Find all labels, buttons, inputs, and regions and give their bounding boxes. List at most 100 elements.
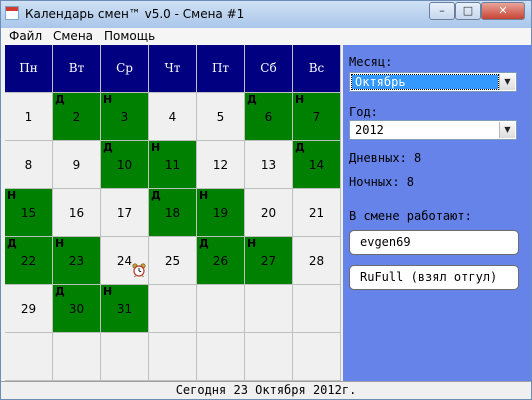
day-number: 18 [164,206,181,220]
app-window: Календарь смен™ v5.0 - Смена #1 – □ ✕ Фа… [0,0,532,400]
side-panel: Месяц: Октябрь ▼ Год: 2012 ▼ Дневных: 8 … [343,45,531,381]
calendar-day-cell[interactable]: Н7 [293,93,340,140]
weekday-header: Вс [293,45,340,92]
calendar-day-cell[interactable]: Д6 [245,93,292,140]
shift-type-label: Н [103,285,113,298]
calendar-day-cell[interactable]: Д 18 [149,189,196,236]
calendar-day-cell[interactable]: 8 [5,141,52,188]
workers-label: В смене работают: [349,209,472,223]
month-value: Октябрь [351,74,499,90]
calendar-day-cell[interactable]: Д 26 [197,237,244,284]
day-number: 23 [68,254,85,268]
day-number: 8 [24,158,33,172]
shift-type-label: Д [199,237,209,250]
day-number: 11 [164,158,181,172]
night-shift-count: Ночных: 8 [349,175,415,189]
shift-type-label: Н [103,93,113,106]
weekday-header: Сб [245,45,292,92]
calendar-day-cell[interactable]: Н 23 [53,237,100,284]
day-number: 3 [120,110,129,124]
menu-help[interactable]: Помощь [104,29,155,43]
calendar-day-cell[interactable] [293,333,340,380]
minimize-button[interactable]: – [429,2,455,20]
shift-type-label: Д [55,285,65,298]
calendar-day-cell[interactable]: 25 [149,237,196,284]
weekday-header: Чт [149,45,196,92]
chevron-down-icon[interactable]: ▼ [499,122,515,138]
calendar-day-cell[interactable]: 21 [293,189,340,236]
calendar-day-cell[interactable]: 17 [101,189,148,236]
calendar-day-cell[interactable] [245,333,292,380]
calendar-day-cell[interactable]: 16 [53,189,100,236]
day-number: 31 [116,302,133,316]
year-select[interactable]: 2012 ▼ [349,120,517,140]
day-number: 5 [216,110,225,124]
year-value: 2012 [355,123,384,137]
day-number: 29 [20,302,37,316]
calendar-day-cell[interactable] [5,333,52,380]
day-number: 22 [20,254,37,268]
calendar-day-cell[interactable] [197,333,244,380]
calendar-day-cell[interactable]: Д 30 [53,285,100,332]
title-bar[interactable]: Календарь смен™ v5.0 - Смена #1 – □ ✕ [1,1,531,28]
menu-shift[interactable]: Смена [53,29,93,43]
year-label: Год: [349,105,378,119]
calendar-day-cell[interactable]: 4 [149,93,196,140]
day-number: 28 [308,254,325,268]
maximize-button[interactable]: □ [455,2,481,20]
calendar-day-cell[interactable] [293,285,340,332]
day-number: 7 [312,110,321,124]
day-number: 15 [20,206,37,220]
day-number: 19 [212,206,229,220]
calendar-day-cell[interactable]: 9 [53,141,100,188]
calendar-day-cell[interactable] [149,285,196,332]
calendar-app-icon [5,6,19,20]
shift-type-label: Н [151,141,161,154]
month-select[interactable]: Октябрь ▼ [349,72,517,92]
calendar-day-cell[interactable] [149,333,196,380]
calendar-day-cell[interactable]: 24 [101,237,148,284]
calendar-day-cell[interactable]: Н 15 [5,189,52,236]
calendar-day-cell[interactable]: Д 10 [101,141,148,188]
shift-type-label: Д [247,93,257,106]
close-button[interactable]: ✕ [481,2,525,20]
day-number: 10 [116,158,133,172]
worker-button[interactable]: RuFull (взял отгул) [349,265,519,290]
weekday-header: Пт [197,45,244,92]
calendar-day-cell[interactable]: 13 [245,141,292,188]
menu-file[interactable]: Файл [9,29,42,43]
calendar-day-cell[interactable]: Н 31 [101,285,148,332]
menu-bar: Файл Смена Помощь [1,28,531,45]
alarm-clock-icon [132,263,146,277]
calendar-day-cell[interactable]: Н 11 [149,141,196,188]
shift-type-label: Н [247,237,257,250]
calendar-day-cell[interactable]: Д 22 [5,237,52,284]
calendar-day-cell[interactable] [245,285,292,332]
calendar-day-cell[interactable]: Н 27 [245,237,292,284]
day-number: 2 [72,110,81,124]
calendar-day-cell[interactable] [197,285,244,332]
day-number: 16 [68,206,85,220]
calendar-day-cell[interactable] [53,333,100,380]
calendar-day-cell[interactable]: 1 [5,93,52,140]
day-shift-count: Дневных: 8 [349,151,422,165]
calendar-day-cell[interactable]: 12 [197,141,244,188]
calendar-day-cell[interactable]: 20 [245,189,292,236]
shift-type-label: Н [7,189,17,202]
chevron-down-icon[interactable]: ▼ [499,74,515,90]
shift-type-label: Д [103,141,113,154]
shift-type-label: Д [7,237,17,250]
day-number: 4 [168,110,177,124]
calendar-day-cell[interactable]: Д 14 [293,141,340,188]
weekday-header: Вт [53,45,100,92]
calendar-day-cell[interactable] [101,333,148,380]
calendar-day-cell[interactable]: Н3 [101,93,148,140]
shift-type-label: Д [55,93,65,106]
calendar-day-cell[interactable]: Н 19 [197,189,244,236]
calendar-day-cell[interactable]: 28 [293,237,340,284]
calendar-day-cell[interactable]: 29 [5,285,52,332]
shift-type-label: Н [55,237,65,250]
worker-button[interactable]: evgen69 [349,230,519,255]
calendar-day-cell[interactable]: 5 [197,93,244,140]
calendar-day-cell[interactable]: Д2 [53,93,100,140]
